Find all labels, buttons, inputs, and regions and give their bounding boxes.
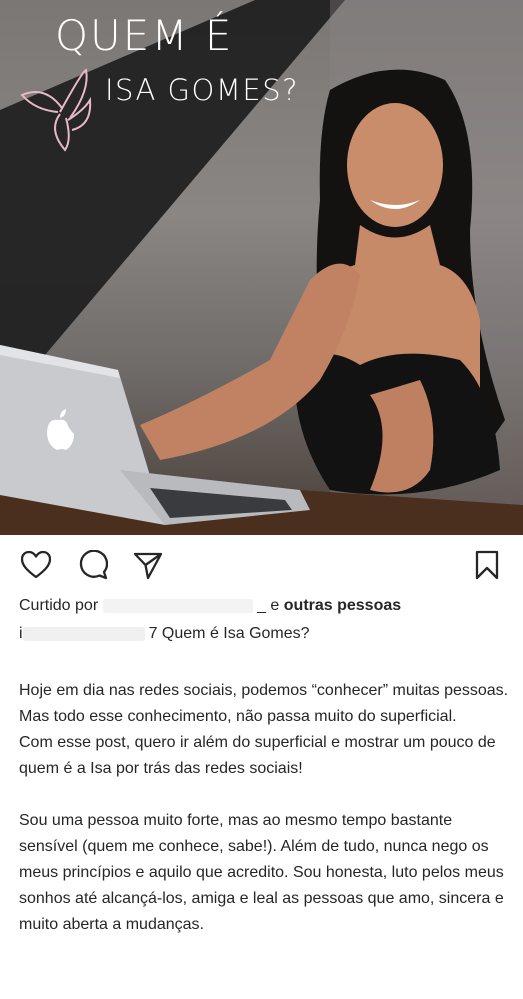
liked-by-label: Curtido por [19,597,99,614]
caption-body: Hoje em dia nas redes sociais, podemos “… [19,678,509,938]
redacted-username [102,598,253,613]
post-image[interactable]: QUEM É ISA GOMES? [0,0,523,535]
caption-title: Quem é Isa Gomes? [161,625,310,642]
paper-plane-icon[interactable] [132,549,164,581]
caption-paragraph: Hoje em dia nas redes sociais, podemos “… [19,682,509,725]
caption-username-end[interactable]: 7 [149,625,158,642]
redacted-caption-username [22,626,145,641]
bookmark-icon[interactable] [471,549,503,581]
liked-by-others-link[interactable]: outras pessoas [284,597,401,614]
liked-by-connector: _ e [257,597,280,614]
post-action-bar [0,545,523,585]
overlay-title: QUEM É [55,11,234,60]
caption-paragraph: Com esse post, quero ir além do superfic… [19,734,496,777]
caption-title-line: i7 Quem é Isa Gomes? [19,624,310,644]
heart-icon[interactable] [20,549,52,581]
comment-bubble-icon[interactable] [77,549,109,581]
caption-paragraph: Sou uma pessoa muito forte, mas ao mesmo… [19,812,504,933]
overlay-subtitle: ISA GOMES? [105,73,299,107]
likes-summary[interactable]: Curtido por _ e outras pessoas [19,596,401,616]
laptop-screen [0,345,165,525]
